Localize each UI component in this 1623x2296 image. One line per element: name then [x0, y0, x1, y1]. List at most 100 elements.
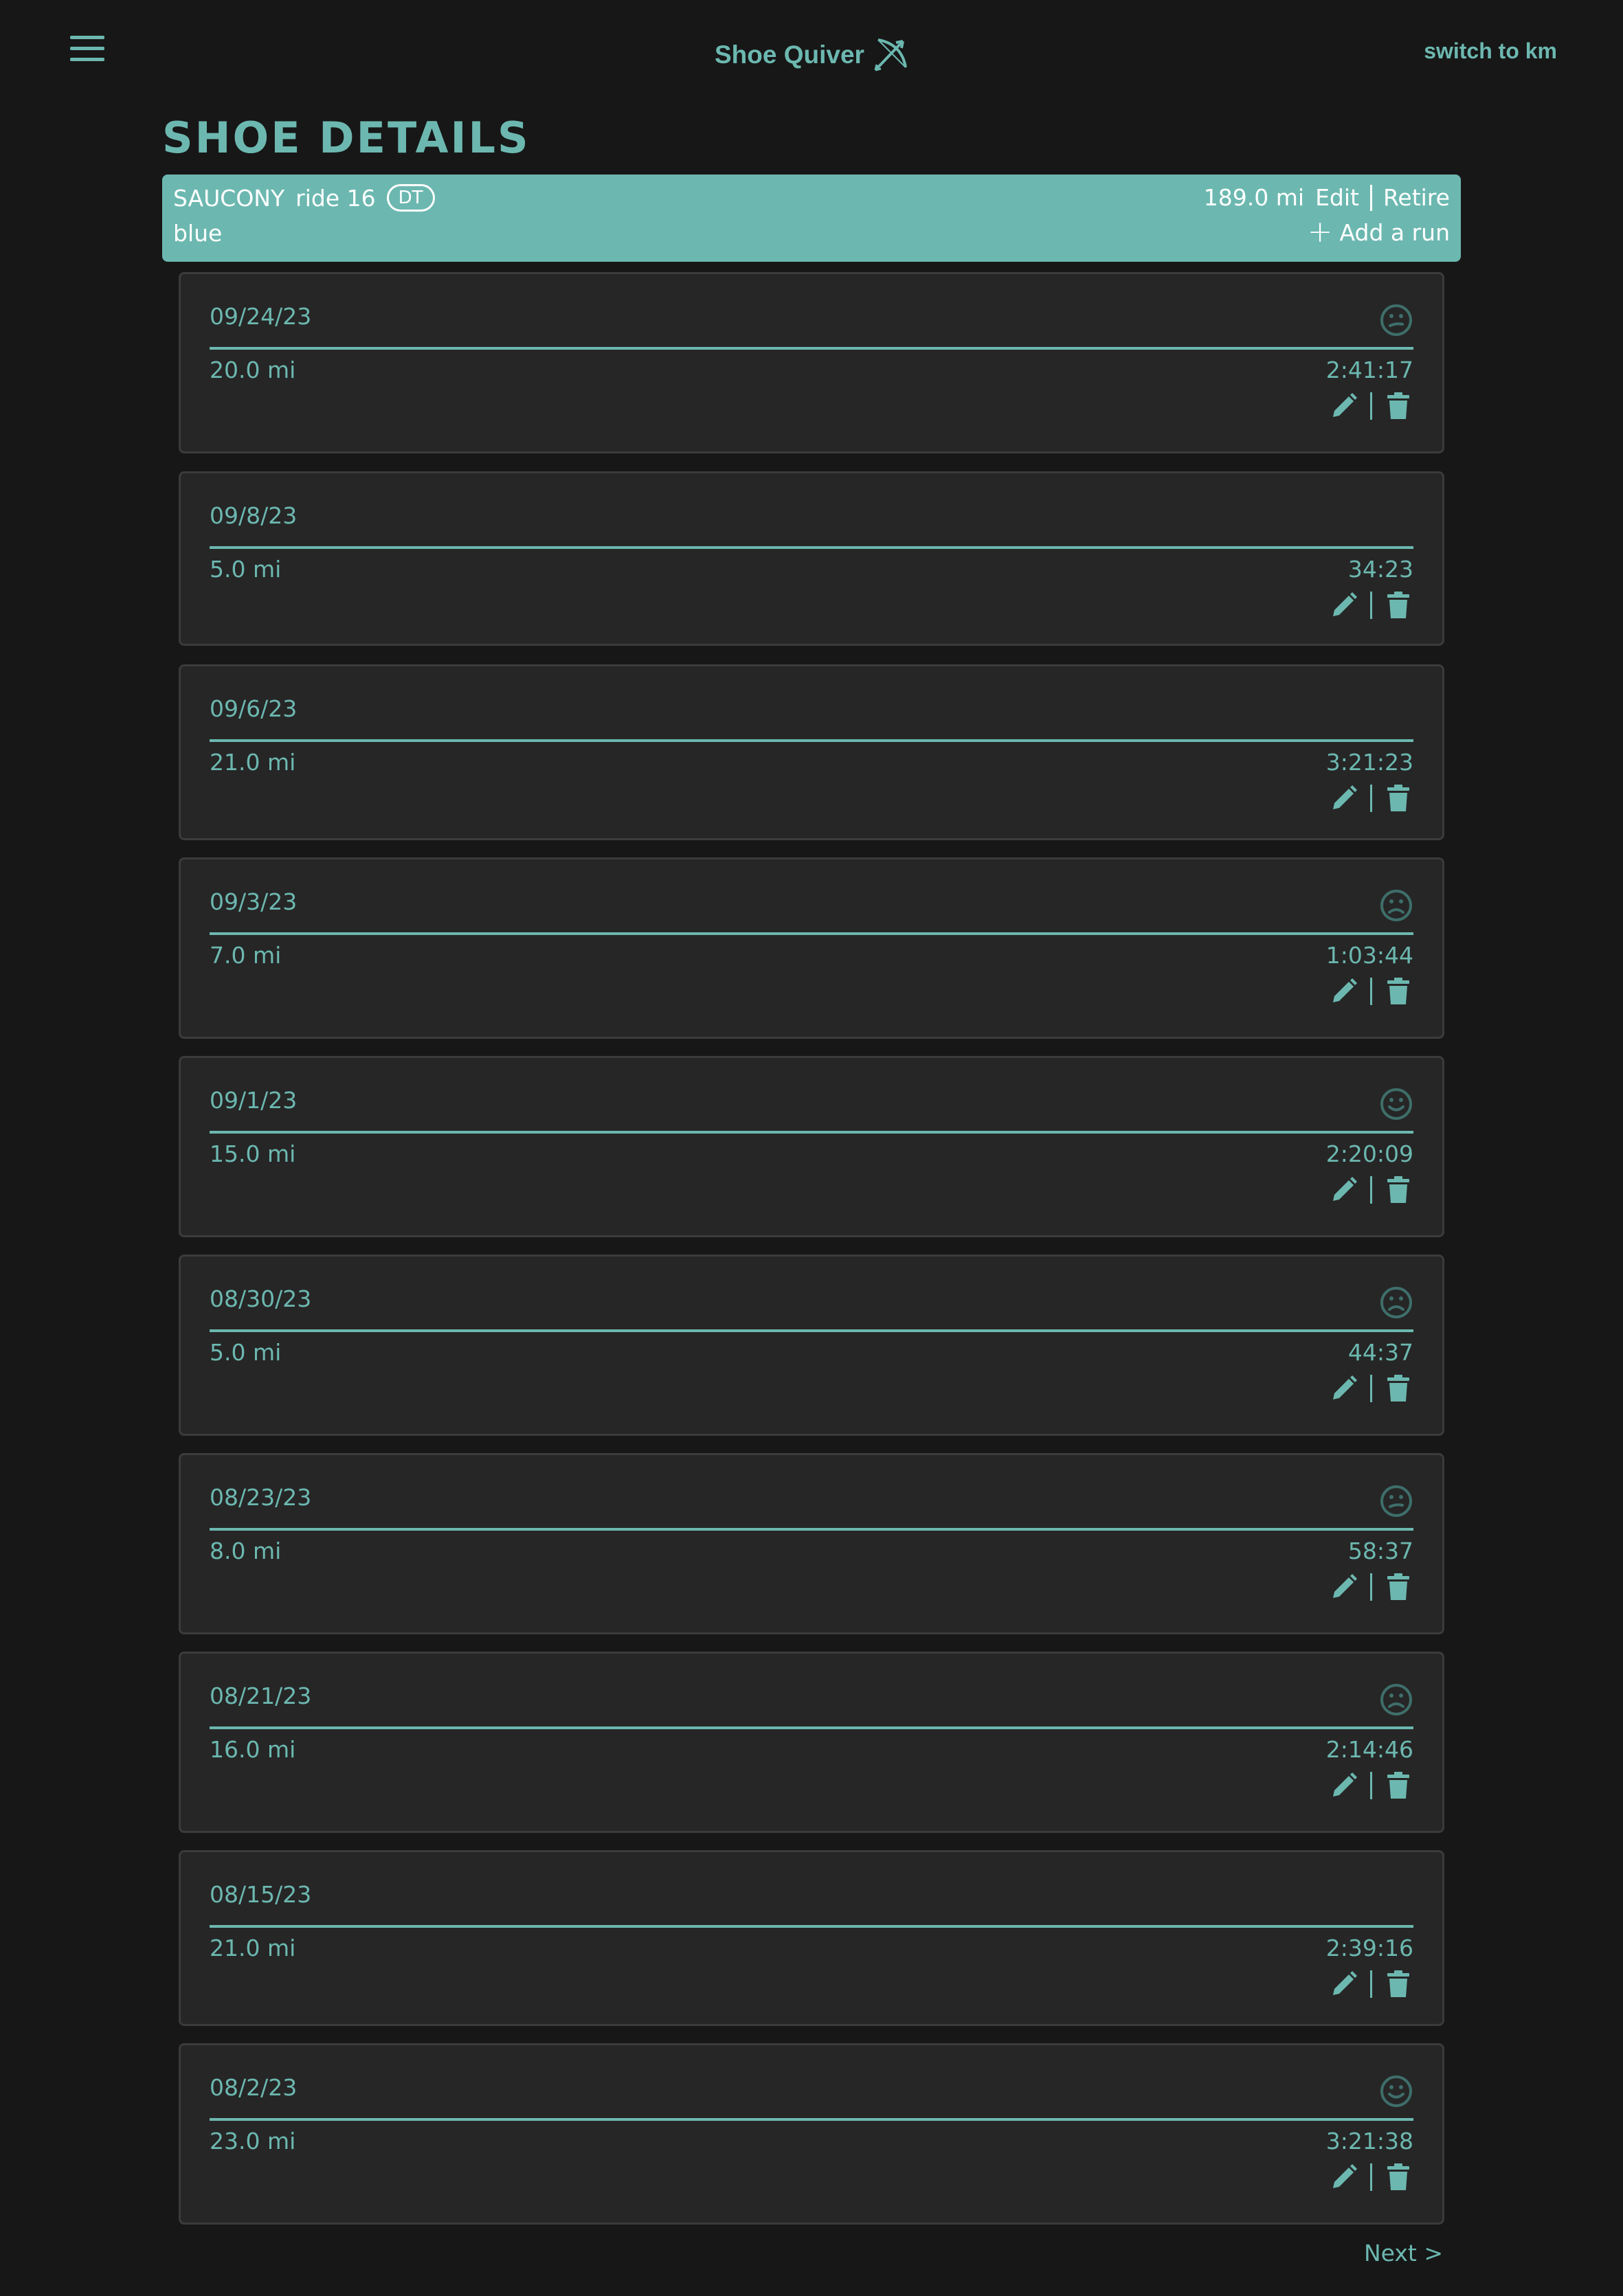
run-card: 08/23/23 8.0 mi 58:37 [179, 1453, 1444, 1634]
run-card: 09/6/23 21.0 mi 3:21:23 [179, 664, 1444, 840]
run-date: 09/8/23 [210, 502, 298, 529]
run-actions [1329, 2162, 1413, 2192]
run-distance: 21.0 mi [210, 749, 296, 776]
run-date: 09/3/23 [210, 888, 298, 915]
trash-icon[interactable] [1383, 976, 1413, 1006]
shoe-header: SAUCONY ride 16 DT blue 189.0 mi Edit Re… [162, 175, 1461, 262]
pencil-icon[interactable] [1329, 783, 1359, 813]
run-distance: 5.0 mi [210, 556, 282, 583]
run-actions [1329, 1572, 1413, 1602]
page-title: SHOE DETAILS [162, 113, 530, 163]
happy-face-icon [1379, 2074, 1413, 2108]
divider [210, 2118, 1413, 2121]
divider [1370, 1573, 1372, 1601]
run-date: 09/1/23 [210, 1087, 298, 1114]
pencil-icon[interactable] [1329, 1572, 1359, 1602]
run-card: 09/3/23 7.0 mi 1:03:44 [179, 857, 1444, 1039]
trash-icon[interactable] [1383, 1175, 1413, 1205]
run-actions [1329, 391, 1413, 421]
run-actions [1329, 1175, 1413, 1205]
divider [1370, 592, 1372, 619]
pencil-icon[interactable] [1329, 1770, 1359, 1801]
hamburger-menu-icon[interactable] [70, 36, 104, 63]
trash-icon[interactable] [1383, 1373, 1413, 1404]
divider [1370, 785, 1372, 812]
run-actions [1329, 1373, 1413, 1404]
run-actions [1329, 590, 1413, 620]
trash-icon[interactable] [1383, 391, 1413, 421]
divider [210, 932, 1413, 935]
run-card: 08/2/23 23.0 mi 3:21:38 [179, 2043, 1444, 2225]
run-date: 08/15/23 [210, 1881, 312, 1908]
divider [210, 1925, 1413, 1928]
neutral-face-icon [1379, 303, 1413, 337]
trash-icon[interactable] [1383, 2162, 1413, 2192]
run-time: 2:41:17 [1325, 357, 1413, 383]
pencil-icon[interactable] [1329, 2162, 1359, 2192]
run-time: 34:23 [1347, 556, 1413, 583]
top-bar: Shoe Quiver switch to km [0, 0, 1623, 103]
trash-icon[interactable] [1383, 1969, 1413, 1999]
sad-face-icon [1379, 888, 1413, 923]
add-run-label: Add a run [1339, 218, 1451, 246]
divider [1370, 978, 1372, 1005]
run-actions [1329, 1770, 1413, 1801]
divider [210, 1528, 1413, 1531]
run-time: 2:14:46 [1325, 1736, 1413, 1763]
app-brand[interactable]: Shoe Quiver [715, 33, 911, 77]
pencil-icon[interactable] [1329, 976, 1359, 1006]
plus-icon: + [1307, 214, 1333, 249]
run-card: 08/15/23 21.0 mi 2:39:16 [179, 1850, 1444, 2026]
neutral-face-icon [1379, 1484, 1413, 1518]
pencil-icon[interactable] [1329, 590, 1359, 620]
run-distance: 16.0 mi [210, 1736, 296, 1763]
run-time: 1:03:44 [1325, 942, 1413, 969]
shoe-model: ride 16 [295, 184, 376, 212]
run-actions [1329, 783, 1413, 813]
divider [210, 1329, 1413, 1332]
run-distance: 23.0 mi [210, 2128, 296, 2154]
run-distance: 5.0 mi [210, 1339, 282, 1366]
run-time: 58:37 [1347, 1538, 1413, 1564]
divider [210, 546, 1413, 549]
run-date: 09/6/23 [210, 695, 298, 722]
shoe-total-distance: 189.0 mi [1203, 184, 1305, 211]
divider [210, 1726, 1413, 1729]
run-card: 09/8/23 5.0 mi 34:23 [179, 471, 1444, 646]
run-actions [1329, 1969, 1413, 1999]
run-card: 08/30/23 5.0 mi 44:37 [179, 1254, 1444, 1436]
run-time: 3:21:38 [1325, 2128, 1413, 2154]
run-time: 44:37 [1347, 1339, 1413, 1366]
run-distance: 20.0 mi [210, 357, 296, 383]
pencil-icon[interactable] [1329, 1373, 1359, 1404]
pencil-icon[interactable] [1329, 1969, 1359, 1999]
run-date: 08/23/23 [210, 1484, 312, 1511]
shoe-badge: DT [386, 184, 435, 212]
app-title: Shoe Quiver [715, 41, 864, 69]
run-distance: 21.0 mi [210, 1935, 296, 1961]
divider [1370, 1375, 1372, 1402]
run-date: 08/21/23 [210, 1682, 312, 1709]
run-card: 08/21/23 16.0 mi 2:14:46 [179, 1652, 1444, 1833]
retire-shoe-link[interactable]: Retire [1383, 184, 1450, 211]
next-page-link[interactable]: Next > [1364, 2240, 1443, 2266]
add-run-button[interactable]: + Add a run [1308, 217, 1450, 247]
run-distance: 7.0 mi [210, 942, 282, 969]
run-card: 09/1/23 15.0 mi 2:20:09 [179, 1056, 1444, 1237]
edit-shoe-link[interactable]: Edit [1315, 184, 1359, 211]
divider [1370, 2163, 1372, 2191]
divider [1369, 184, 1372, 211]
shoe-brand: SAUCONY [173, 184, 285, 212]
trash-icon[interactable] [1383, 783, 1413, 813]
sad-face-icon [1379, 1285, 1413, 1320]
pencil-icon[interactable] [1329, 391, 1359, 421]
run-date: 09/24/23 [210, 303, 312, 330]
divider [1370, 1970, 1372, 1998]
unit-toggle-link[interactable]: switch to km [1424, 38, 1557, 64]
trash-icon[interactable] [1383, 1572, 1413, 1602]
trash-icon[interactable] [1383, 590, 1413, 620]
run-distance: 15.0 mi [210, 1140, 296, 1167]
pencil-icon[interactable] [1329, 1175, 1359, 1205]
trash-icon[interactable] [1383, 1770, 1413, 1801]
divider [1370, 1772, 1372, 1799]
